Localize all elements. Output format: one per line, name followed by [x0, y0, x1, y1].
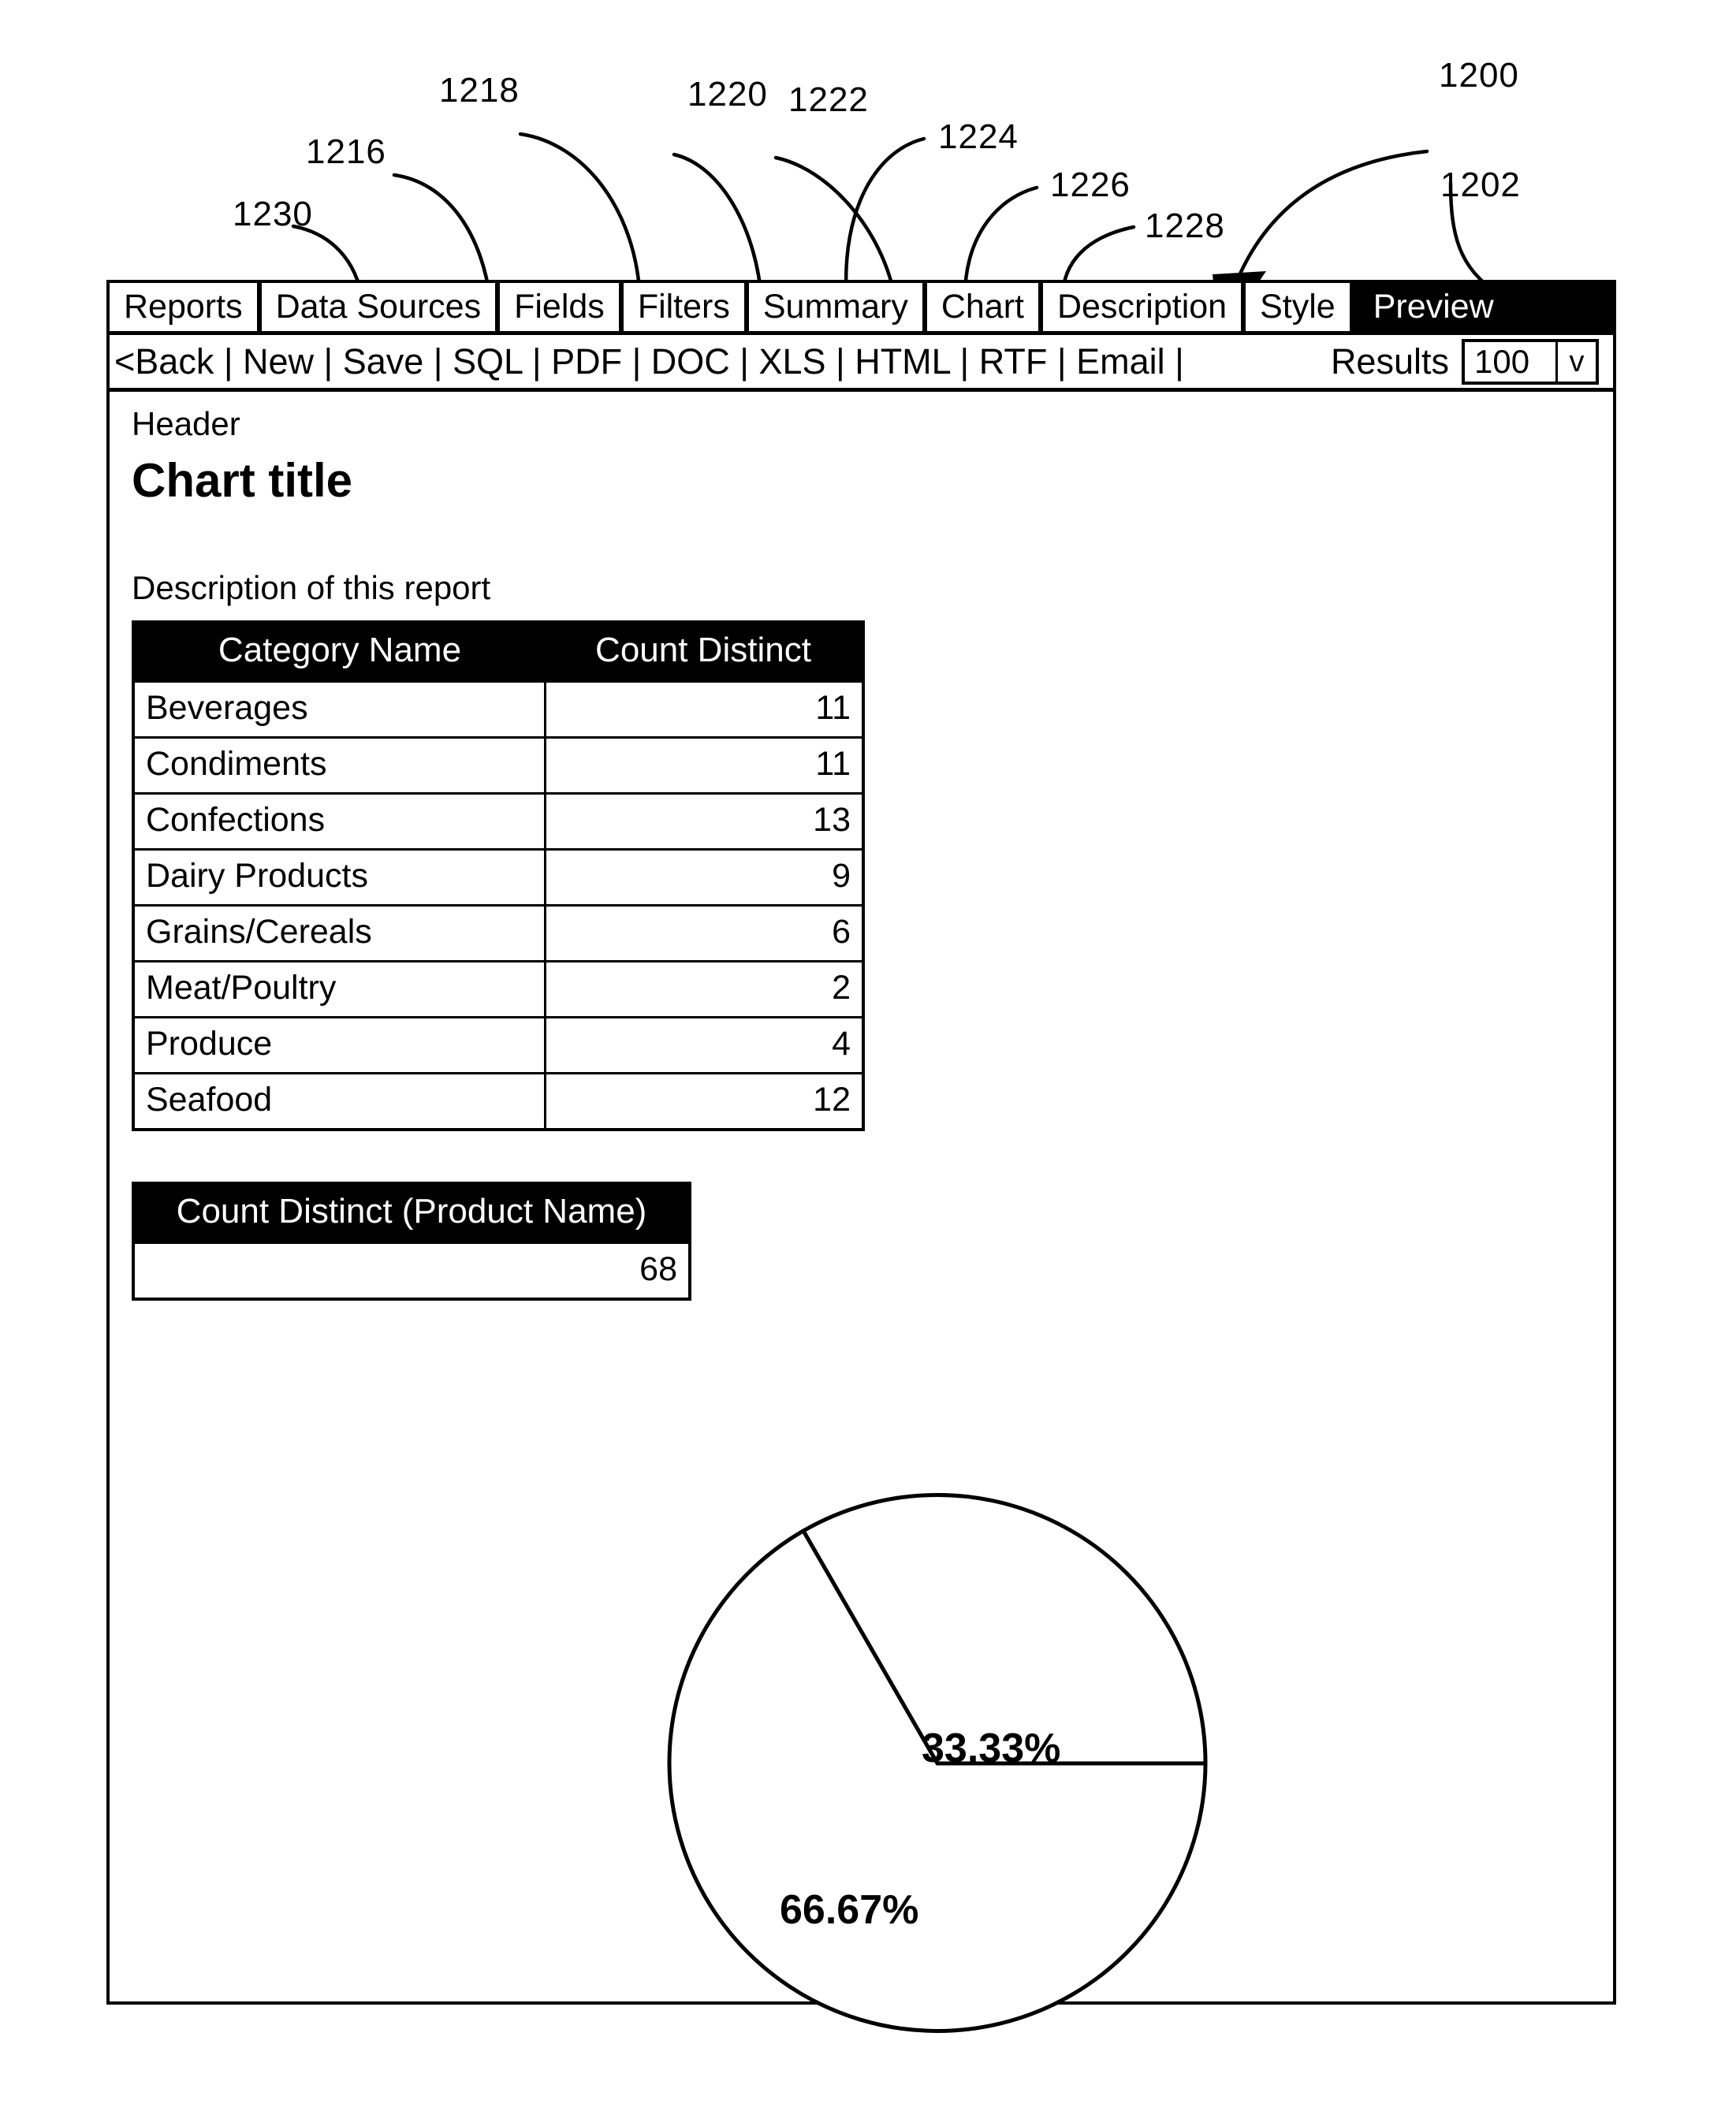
- cell-category: Confections: [132, 792, 546, 851]
- table-row: Dairy Products 9: [132, 848, 865, 907]
- table-row: Grains/Cereals 6: [132, 904, 865, 963]
- summary-row: 68: [132, 1242, 691, 1301]
- table-row: Produce 4: [132, 1016, 865, 1075]
- pie-label-slice-a: 33.33%: [922, 1726, 1061, 1771]
- results-select[interactable]: 100 v: [1462, 338, 1599, 385]
- cell-count: 13: [543, 792, 865, 851]
- tab-preview[interactable]: Preview: [1351, 283, 1613, 331]
- results-label: Results: [1330, 341, 1449, 382]
- callout-1216: 1216: [306, 132, 386, 171]
- callout-1222: 1222: [788, 80, 869, 119]
- table-header-row: Category Name Count Distinct: [133, 622, 863, 682]
- callout-1220: 1220: [687, 75, 768, 114]
- callout-1230: 1230: [233, 195, 313, 233]
- column-header-count-distinct: Count Distinct: [545, 622, 863, 682]
- cell-count: 4: [543, 1016, 865, 1075]
- results-limit-group: Results 100 v: [1331, 335, 1599, 388]
- column-header-count-distinct-product-name: Count Distinct (Product Name): [133, 1183, 690, 1243]
- chevron-down-icon[interactable]: v: [1558, 342, 1596, 382]
- callout-1200: 1200: [1439, 56, 1519, 95]
- cell-category: Condiments: [132, 736, 546, 795]
- table-row: Confections 13: [132, 792, 865, 851]
- callout-1224: 1224: [938, 117, 1019, 156]
- toolbar-action-links[interactable]: <Back | New | Save | SQL | PDF | DOC | X…: [110, 344, 1184, 379]
- callout-1218: 1218: [439, 71, 520, 110]
- cell-summary-value: 68: [132, 1242, 691, 1301]
- report-title: Chart title: [132, 454, 353, 508]
- report-preview-body: Header Chart title Description of this r…: [110, 392, 1613, 2033]
- tab-style[interactable]: Style: [1243, 283, 1352, 331]
- callout-1202: 1202: [1440, 166, 1521, 204]
- summary-header-row: Count Distinct (Product Name): [133, 1183, 690, 1243]
- cell-count: 2: [543, 960, 865, 1019]
- pie-chart: 33.33% 66.67%: [661, 1487, 1213, 2039]
- tab-chart[interactable]: Chart: [924, 283, 1041, 331]
- cell-category: Beverages: [132, 680, 546, 739]
- results-value[interactable]: 100: [1465, 341, 1558, 382]
- cell-count: 6: [543, 904, 865, 963]
- report-summary-table: Count Distinct (Product Name) 68: [132, 1182, 691, 1301]
- callout-1228: 1228: [1145, 207, 1225, 245]
- cell-count: 11: [543, 736, 865, 795]
- tab-reports[interactable]: Reports: [110, 283, 259, 331]
- column-header-category-name: Category Name: [133, 622, 545, 682]
- toolbar: <Back | New | Save | SQL | PDF | DOC | X…: [110, 335, 1613, 392]
- tab-summary[interactable]: Summary: [746, 283, 925, 331]
- report-builder-window: Reports Data Sources Fields Filters Summ…: [106, 280, 1616, 2033]
- table-row: Beverages 11: [132, 680, 865, 739]
- cell-count: 11: [543, 680, 865, 739]
- tab-data-sources[interactable]: Data Sources: [259, 283, 498, 331]
- cell-category: Dairy Products: [132, 848, 546, 907]
- cell-category: Produce: [132, 1016, 546, 1075]
- cell-count: 12: [543, 1072, 865, 1131]
- table-row: Seafood 12: [132, 1072, 865, 1131]
- pie-label-slice-b: 66.67%: [780, 1887, 919, 1933]
- report-data-table: Category Name Count Distinct Beverages 1…: [132, 620, 865, 1132]
- tab-description[interactable]: Description: [1041, 283, 1244, 331]
- cell-count: 9: [543, 848, 865, 907]
- callout-1226: 1226: [1050, 166, 1131, 204]
- report-header: Header: [132, 405, 240, 442]
- tab-fields[interactable]: Fields: [497, 283, 621, 331]
- cell-category: Grains/Cereals: [132, 904, 546, 963]
- report-description: Description of this report: [132, 569, 491, 607]
- tab-bar: Reports Data Sources Fields Filters Summ…: [110, 283, 1613, 335]
- cell-category: Seafood: [132, 1072, 546, 1131]
- patent-figure: 1230 1216 1218 1220 1222 1224 1226 1228 …: [0, 0, 1736, 2126]
- cell-category: Meat/Poultry: [132, 960, 546, 1019]
- table-row: Meat/Poultry 2: [132, 960, 865, 1019]
- table-row: Condiments 11: [132, 736, 865, 795]
- tab-filters[interactable]: Filters: [620, 283, 747, 331]
